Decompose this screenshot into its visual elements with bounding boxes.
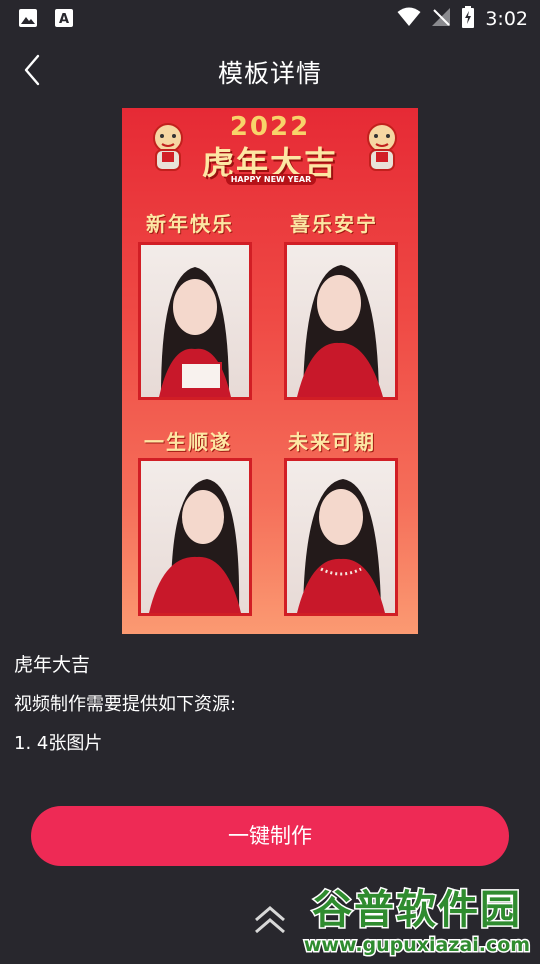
photo-slot-2: [284, 242, 398, 400]
status-bar: A 3:02: [0, 0, 540, 36]
caption-2: 喜乐安宁: [290, 212, 378, 236]
preview-banner: 2022 虎年大吉 HAPPY NEW YEAR: [122, 108, 418, 188]
template-name: 虎年大吉: [14, 654, 91, 676]
banner-subtitle: HAPPY NEW YEAR: [226, 174, 316, 185]
one-click-make-button[interactable]: 一键制作: [31, 806, 509, 866]
top-bar: 模板详情: [0, 40, 540, 104]
signal-off-icon: [431, 7, 451, 31]
site-watermark-logo: 谷普软件园 www.gupuxiazai.com: [294, 873, 540, 960]
photo-slot-3: [138, 458, 252, 616]
font-download-icon: A: [54, 8, 74, 28]
caption-4: 未来可期: [288, 430, 376, 454]
template-preview[interactable]: 2022 虎年大吉 HAPPY NEW YEAR 新年快乐 喜乐安宁 一生顺遂 …: [122, 108, 418, 634]
svg-text:谷普软件园: 谷普软件园: [312, 887, 522, 933]
battery-charging-icon: [461, 6, 475, 32]
status-time: 3:02: [485, 8, 528, 30]
svg-text:www.gupuxiazai.com: www.gupuxiazai.com: [304, 934, 530, 956]
double-chevron-up-icon: [255, 906, 285, 934]
photo-slot-4: [284, 458, 398, 616]
caption-1: 新年快乐: [146, 212, 234, 236]
requirement-item: 1. 4张图片: [14, 733, 103, 754]
caption-3: 一生顺遂: [144, 430, 232, 454]
photo-slot-1: [138, 242, 252, 400]
scroll-up-button[interactable]: [252, 902, 288, 938]
page-title: 模板详情: [217, 59, 322, 88]
image-icon: [18, 8, 38, 28]
wifi-icon: [397, 7, 421, 31]
requirement-text: 视频制作需要提供如下资源:: [14, 694, 237, 715]
svg-text:A: A: [59, 12, 69, 27]
